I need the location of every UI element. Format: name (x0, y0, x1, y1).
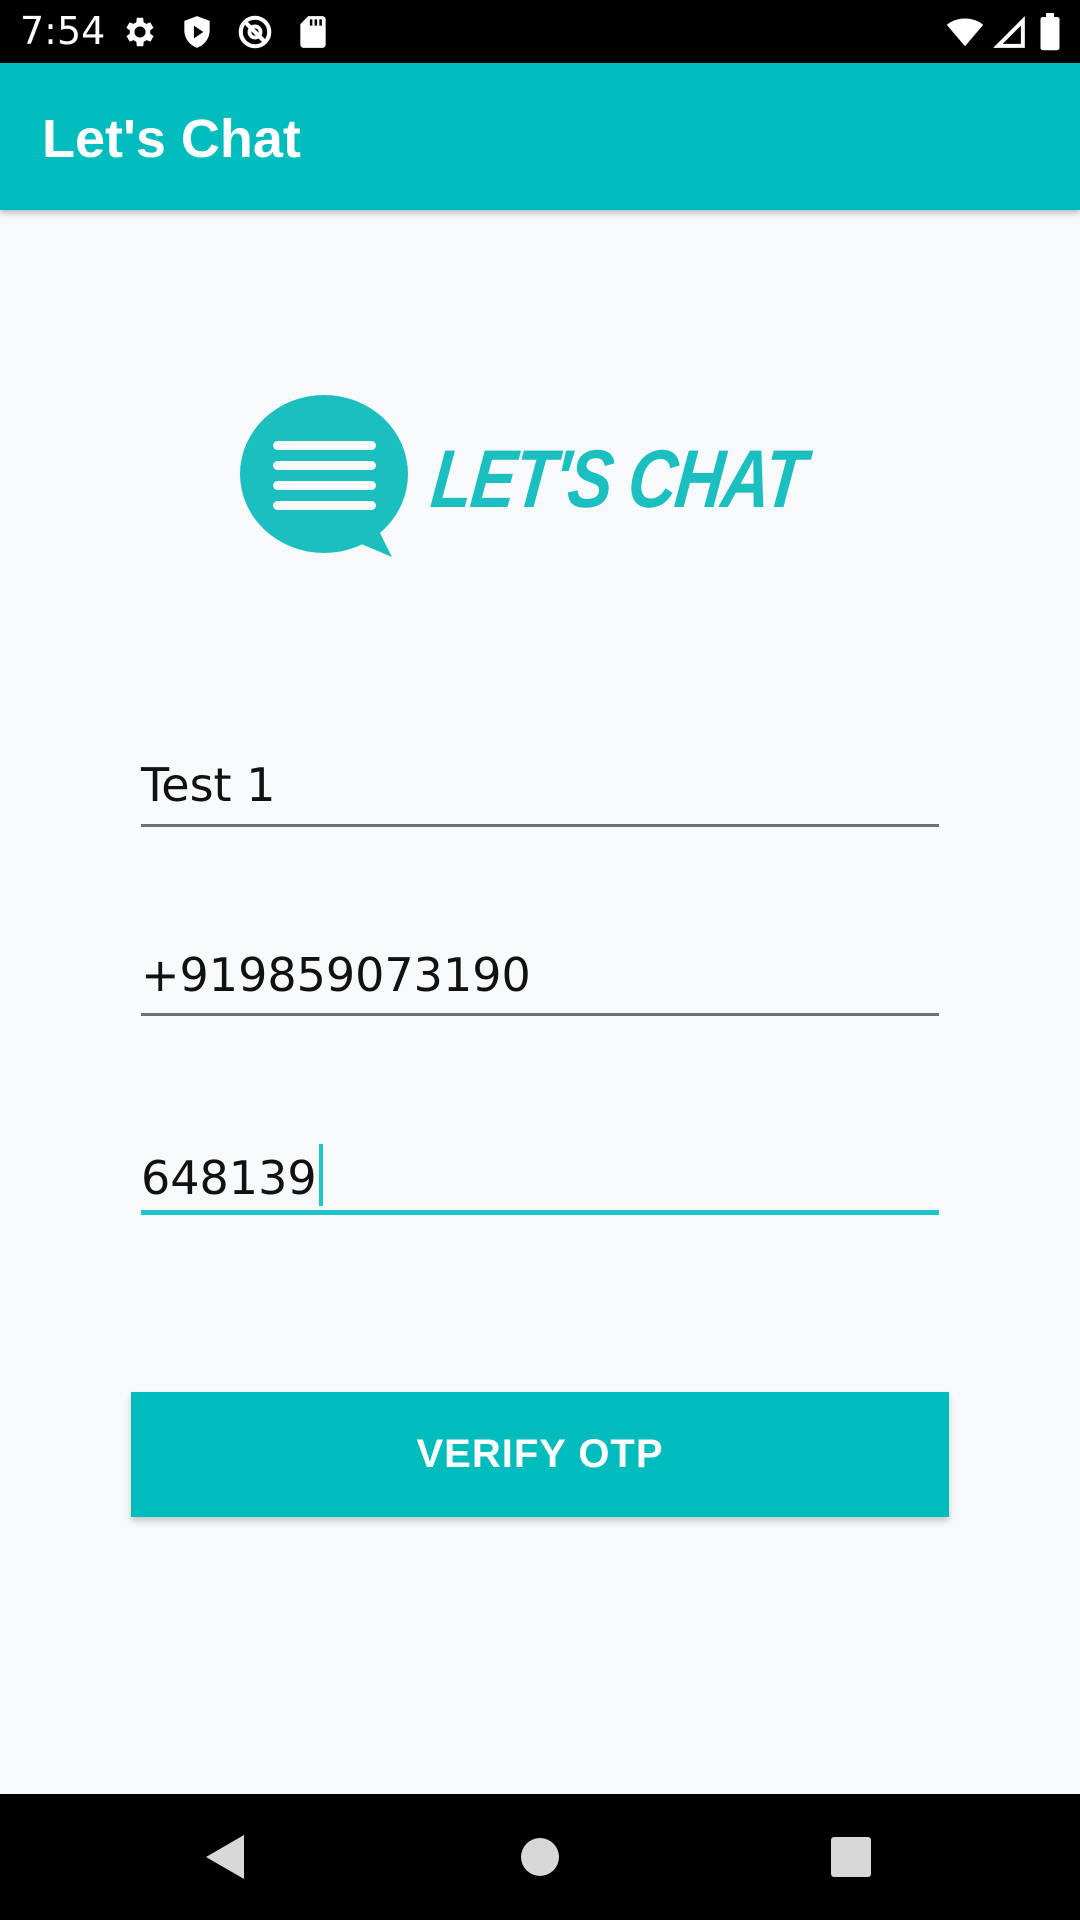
name-field-value: Test 1 (141, 758, 276, 812)
app-title: Let's Chat (42, 109, 301, 169)
otp-field-value: 648139 (141, 1144, 323, 1206)
otp-field-underline (141, 1210, 939, 1215)
cell-signal-icon (993, 16, 1025, 48)
no-location-icon (238, 15, 272, 49)
otp-text: 648139 (141, 1151, 317, 1205)
status-bar: 7:54 (0, 0, 1080, 63)
name-field-underline (141, 824, 939, 827)
otp-field[interactable]: 648139 (141, 1140, 939, 1220)
home-icon[interactable] (520, 1833, 560, 1881)
back-icon[interactable] (204, 1833, 248, 1881)
battery-icon (1040, 13, 1060, 51)
name-field[interactable]: Test 1 (141, 755, 939, 830)
phone-field-underline (141, 1013, 939, 1016)
recents-icon[interactable] (830, 1833, 872, 1881)
text-cursor (318, 1144, 323, 1206)
status-time: 7:54 (20, 9, 106, 53)
gear-icon (126, 17, 154, 47)
chat-bubble-logo-icon (240, 395, 408, 557)
sd-card-icon (300, 16, 326, 48)
verify-otp-button[interactable]: VERIFY OTP (131, 1392, 949, 1517)
app-bar: Let's Chat (0, 63, 1080, 210)
phone-field[interactable]: +919859073190 (141, 945, 939, 1020)
phone-field-value: +919859073190 (141, 948, 531, 1002)
logo-wordmark: LET'S CHAT (427, 434, 809, 525)
wifi-icon (946, 18, 984, 47)
shield-play-icon (184, 16, 210, 48)
